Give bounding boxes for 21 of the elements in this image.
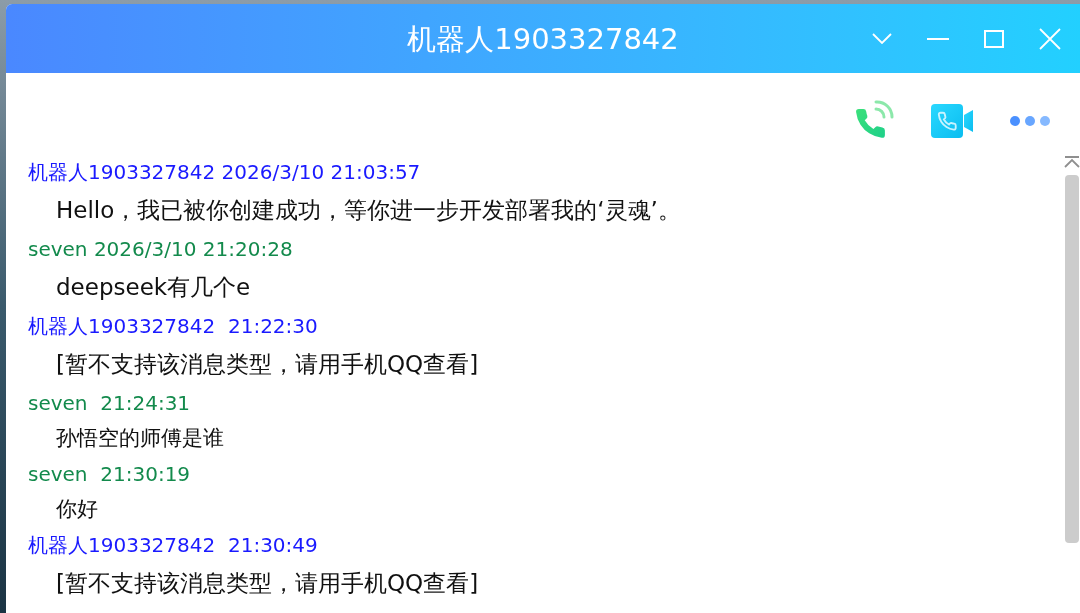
message-text: [暂不支持该消息类型，请用手机QQ查看] xyxy=(55,569,479,598)
message-header: seven 2026/3/10 21:20:28 xyxy=(28,236,293,263)
message-text: 孙悟空的师傅是谁 xyxy=(55,425,224,452)
video-camera-icon xyxy=(931,104,973,138)
message-header: seven 21:30:19 xyxy=(28,461,191,488)
message-text: [暂不支持该消息类型，请用手机QQ查看] xyxy=(55,350,479,379)
window-title: 机器人1903327842 xyxy=(407,20,679,58)
scroll-up-icon[interactable] xyxy=(1064,156,1080,168)
close-icon xyxy=(1039,27,1061,50)
message-header: 机器人1903327842 21:22:30 xyxy=(28,313,318,340)
minimize-icon xyxy=(927,37,949,40)
message-header: 机器人1903327842 21:30:49 xyxy=(28,532,318,559)
message-text: deepseek有几个e xyxy=(55,273,251,302)
chevron-down-icon xyxy=(872,33,892,44)
more-dots-icon xyxy=(1010,116,1050,126)
message-header: seven 21:24:31 xyxy=(28,390,191,417)
message-header: 机器人1903327842 2026/3/10 21:03:57 xyxy=(28,159,421,186)
maximize-icon xyxy=(984,29,1004,48)
scrollbar-thumb[interactable] xyxy=(1065,175,1079,543)
message-text: 你好 xyxy=(55,496,98,523)
message-text: Hello，我已被你创建成功，等你进一步开发部署我的‘灵魂’。 xyxy=(55,196,681,225)
